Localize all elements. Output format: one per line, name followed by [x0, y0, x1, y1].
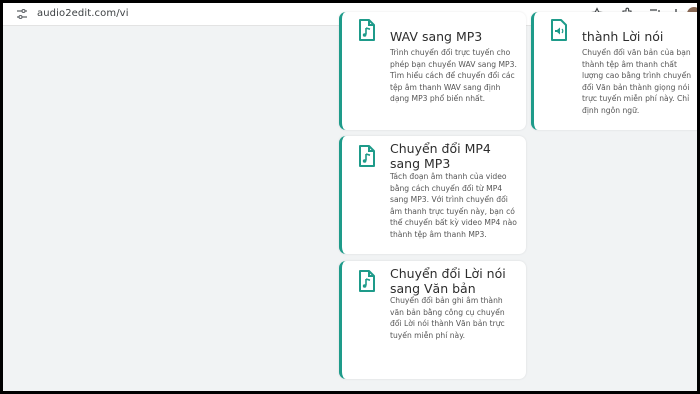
card-title: Chuyển đổi Lời nói sang Văn bản — [390, 266, 506, 296]
address-bar-url[interactable]: audio2edit.com/vi — [37, 8, 129, 19]
speaker-file-icon — [551, 19, 567, 41]
card-title: thành Lời nói — [582, 29, 664, 44]
converter-card-speech-to-text[interactable]: Chuyển đổi Lời nói sang Văn bản Chuyển đ… — [339, 261, 526, 379]
card-description: Trình chuyển đổi trực tuyến cho phép bạn… — [390, 48, 517, 103]
converter-card-text-to-speech[interactable]: thành Lời nói Chuyển đổi văn bản của bạn… — [531, 12, 697, 130]
card-description: Chuyển đổi văn bản của bạn thành tệp âm … — [582, 48, 692, 115]
card-description: Tách đoạn âm thanh của video bằng cách c… — [390, 172, 517, 239]
music-file-icon — [359, 145, 375, 167]
converter-card-wav-to-mp3[interactable]: WAV sang MP3 Trình chuyển đổi trực tuyến… — [339, 12, 526, 130]
card-title: WAV sang MP3 — [390, 29, 483, 44]
card-description: Chuyển đổi bản ghi âm thành văn bản bằng… — [390, 296, 505, 340]
card-title: Chuyển đổi MP4 sang MP3 — [390, 141, 491, 171]
music-file-icon — [359, 19, 375, 41]
page-content: WAV sang MP3 Trình chuyển đổi trực tuyến… — [3, 12, 697, 391]
site-settings-icon[interactable] — [16, 8, 28, 20]
browser-window: audio2edit.com/vi WAV sang MP3 Trình chu… — [3, 3, 697, 391]
converter-card-mp4-to-mp3[interactable]: Chuyển đổi MP4 sang MP3 Tách đoạn âm tha… — [339, 136, 526, 254]
music-file-icon — [359, 270, 375, 292]
